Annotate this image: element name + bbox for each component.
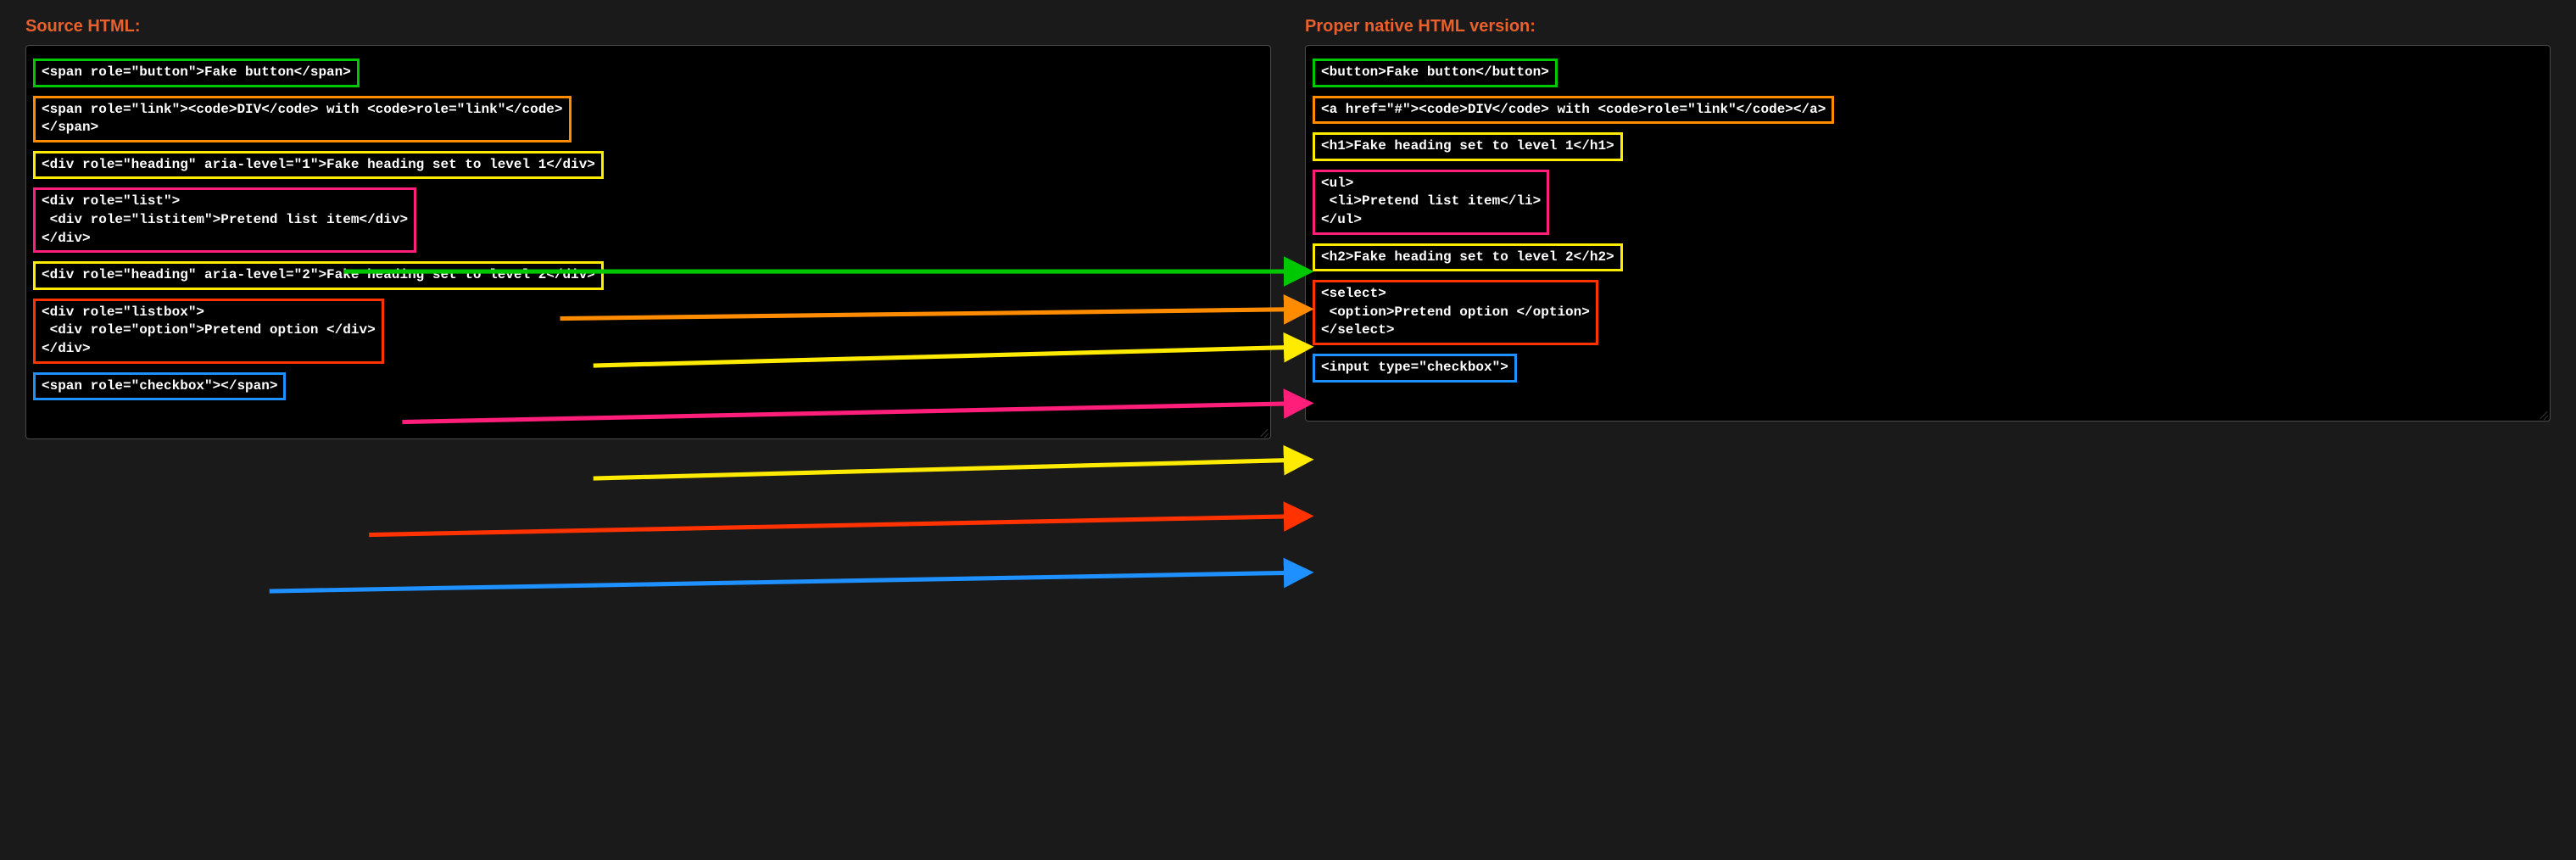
code-row: <span role="button">Fake button</span> [33,54,1263,92]
right-code-snippet: <a href="#"><code>DIV</code> with <code>… [1313,96,1834,125]
code-row: <button>Fake button</button> [1313,54,2543,92]
native-panel: <button>Fake button</button> <a href="#">… [1305,45,2551,422]
native-column: Proper native HTML version: <button>Fake… [1305,17,2551,422]
left-code-snippet: <span role="checkbox"></span> [33,372,286,401]
native-title: Proper native HTML version: [1305,17,2551,36]
code-row: <input type="checkbox"> [1313,349,2543,387]
source-title: Source HTML: [25,17,1271,36]
code-row: <div role="list"> <div role="listitem">P… [33,183,1263,257]
code-row: <a href="#"><code>DIV</code> with <code>… [1313,92,2543,129]
right-code-snippet: <ul> <li>Pretend list item</li> </ul> [1313,170,1549,235]
left-code-snippet: <span role="link"><code>DIV</code> with … [33,96,572,142]
right-code-snippet: <button>Fake button</button> [1313,59,1558,87]
resize-handle-icon[interactable] [2536,407,2548,419]
code-row: <h1>Fake heading set to level 1</h1> [1313,128,2543,165]
left-code-snippet: <div role="listbox"> <div role="option">… [33,299,384,364]
code-row: <div role="listbox"> <div role="option">… [33,294,1263,368]
left-code-snippet: <span role="button">Fake button</span> [33,59,360,87]
resize-handle-icon[interactable] [1257,425,1268,437]
code-row: <select> <option>Pretend option </option… [1313,276,2543,349]
arrow-icon [369,516,1308,534]
source-panel: <span role="button">Fake button</span> <s… [25,45,1271,439]
right-code-snippet: <h1>Fake heading set to level 1</h1> [1313,132,1623,161]
right-code-snippet: <input type="checkbox"> [1313,354,1517,383]
code-row: <ul> <li>Pretend list item</li> </ul> [1313,165,2543,239]
code-row: <span role="link"><code>DIV</code> with … [33,92,1263,147]
arrow-icon [270,572,1308,591]
comparison-columns: Source HTML: <span role="button">Fake bu… [25,17,2551,439]
source-column: Source HTML: <span role="button">Fake bu… [25,17,1271,439]
code-row: <h2>Fake heading set to level 2</h2> [1313,239,2543,276]
code-row: <span role="checkbox"></span> [33,368,1263,405]
code-row: <div role="heading" aria-level="2">Fake … [33,257,1263,294]
right-code-snippet: <select> <option>Pretend option </option… [1313,280,1598,345]
arrow-icon [594,460,1308,478]
left-code-snippet: <div role="heading" aria-level="1">Fake … [33,151,604,180]
right-code-snippet: <h2>Fake heading set to level 2</h2> [1313,243,1623,272]
left-code-snippet: <div role="list"> <div role="listitem">P… [33,187,416,253]
code-row: <div role="heading" aria-level="1">Fake … [33,147,1263,184]
left-code-snippet: <div role="heading" aria-level="2">Fake … [33,261,604,290]
